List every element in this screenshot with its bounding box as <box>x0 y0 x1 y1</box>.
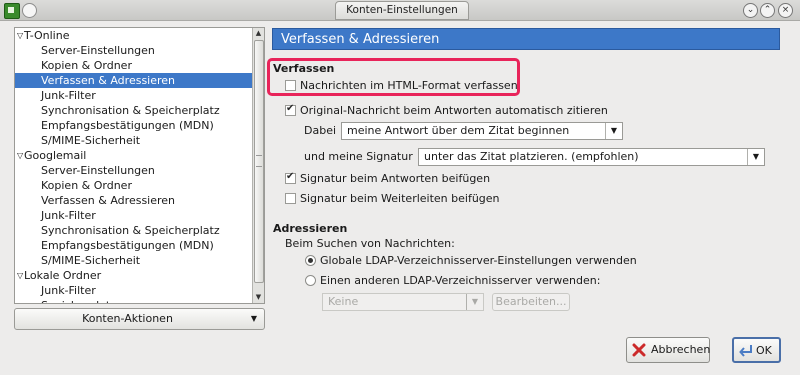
account-tree: ▽T-Online Server-Einstellungen Kopien & Or… <box>14 27 265 304</box>
tree-item[interactable]: S/MIME-Sicherheit <box>15 133 253 148</box>
tree-item[interactable]: Kopien & Ordner <box>15 178 253 193</box>
tree-account-node[interactable]: ▽Googlemail <box>15 148 253 163</box>
tree-item[interactable]: Junk-Filter <box>15 283 253 298</box>
scroll-down-icon[interactable]: ▼ <box>253 292 264 303</box>
chevron-down-icon: ▼ <box>747 149 764 165</box>
tree-item-label: Verfassen & Adressieren <box>41 74 176 87</box>
ok-enter-icon <box>739 345 752 357</box>
cancel-label: Abbrechen <box>651 343 711 356</box>
sig-reply-checkbox[interactable] <box>285 171 296 184</box>
account-settings-window: Konten-Einstellungen ⌄ ⌃ × ▽T-Online Serv… <box>0 0 800 375</box>
tree-item-label: Junk-Filter <box>41 89 96 102</box>
tree-item-label: Junk-Filter <box>41 209 96 222</box>
other-ldap-option[interactable]: Einen anderen LDAP-Verzeichnisserver ver… <box>305 274 600 287</box>
tree-item[interactable]: Speicherplatz <box>15 298 253 303</box>
chevron-down-icon: ▼ <box>250 314 257 323</box>
ok-label: OK <box>756 344 772 357</box>
signature-placement-value: unter das Zitat platzieren. (empfohlen) <box>424 150 639 163</box>
expand-triangle-icon[interactable]: ▽ <box>17 28 24 43</box>
reply-position-dropdown[interactable]: meine Antwort über dem Zitat beginnen ▼ <box>341 122 623 140</box>
highlight-annotation <box>267 58 520 96</box>
tree-scrollbar[interactable]: ▲ ▼ <box>252 28 264 303</box>
sig-reply-option[interactable]: Signatur beim Antworten beifügen <box>285 171 491 185</box>
tree-item-label: Server-Einstellungen <box>41 164 155 177</box>
account-actions-button[interactable]: Konten-Aktionen ▼ <box>14 308 265 330</box>
edit-ldap-button: Bearbeiten... <box>492 293 570 311</box>
account-tree-list: ▽T-Online Server-Einstellungen Kopien & Or… <box>15 28 253 303</box>
tree-item[interactable]: Empfangsbestätigungen (MDN) <box>15 118 253 133</box>
close-icon[interactable]: × <box>778 3 793 18</box>
maximize-icon[interactable]: ⌃ <box>760 3 775 18</box>
tree-item[interactable]: Verfassen & Adressieren <box>15 73 253 88</box>
then-label: Dabei <box>304 124 337 137</box>
tree-item[interactable]: Empfangsbestätigungen (MDN) <box>15 238 253 253</box>
tree-item-label: T-Online <box>24 29 70 42</box>
signature-placement-label: und meine Signatur <box>304 150 413 163</box>
tree-item-label: Googlemail <box>24 149 87 162</box>
global-ldap-radio[interactable] <box>305 255 316 266</box>
sig-forward-checkbox[interactable] <box>285 193 296 204</box>
tree-item[interactable]: Junk-Filter <box>15 88 253 103</box>
tree-item-label: Speicherplatz <box>41 299 116 303</box>
tree-item-label: Verfassen & Adressieren <box>41 194 176 207</box>
tree-item-label: Server-Einstellungen <box>41 44 155 57</box>
ok-button[interactable]: OK <box>732 337 781 363</box>
tree-item[interactable]: Synchronisation & Speicherplatz <box>15 223 253 238</box>
tree-account-node[interactable]: ▽Lokale Ordner <box>15 268 253 283</box>
window-menu-icon[interactable] <box>22 3 37 18</box>
signature-placement-dropdown[interactable]: unter das Zitat platzieren. (empfohlen) … <box>418 148 765 166</box>
grip-icon <box>256 155 262 167</box>
title-bar: Konten-Einstellungen ⌄ ⌃ × <box>0 0 800 21</box>
expand-triangle-icon[interactable]: ▽ <box>17 268 24 283</box>
ldap-server-value: Keine <box>328 295 359 308</box>
chevron-down-icon: ▼ <box>466 294 483 310</box>
tree-item[interactable]: Server-Einstellungen <box>15 43 253 58</box>
ldap-server-dropdown: Keine ▼ <box>322 293 484 311</box>
app-icon <box>4 3 20 19</box>
tree-item[interactable]: Verfassen & Adressieren <box>15 193 253 208</box>
other-ldap-radio[interactable] <box>305 275 316 286</box>
window-title: Konten-Einstellungen <box>335 1 469 20</box>
quote-option[interactable]: Original-Nachricht beim Antworten automa… <box>285 103 608 117</box>
sig-reply-label: Signatur beim Antworten beifügen <box>300 172 491 185</box>
scroll-thumb[interactable] <box>254 40 264 283</box>
tree-item-label: Lokale Ordner <box>24 269 102 282</box>
tree-item[interactable]: Synchronisation & Speicherplatz <box>15 103 253 118</box>
scroll-up-icon[interactable]: ▲ <box>253 28 264 39</box>
tree-item[interactable]: S/MIME-Sicherheit <box>15 253 253 268</box>
tree-item[interactable]: Kopien & Ordner <box>15 58 253 73</box>
quote-checkbox[interactable] <box>285 103 296 116</box>
tree-item-label: Junk-Filter <box>41 284 96 297</box>
search-label: Beim Suchen von Nachrichten: <box>285 237 455 250</box>
quote-label: Original-Nachricht beim Antworten automa… <box>300 104 608 117</box>
cancel-icon <box>632 343 646 357</box>
panel-header: Verfassen & Adressieren <box>272 28 780 50</box>
tree-account-node[interactable]: ▽T-Online <box>15 28 253 43</box>
addressing-section-title: Adressieren <box>273 222 348 235</box>
cancel-button[interactable]: Abbrechen <box>626 337 710 363</box>
sig-forward-label: Signatur beim Weiterleiten beifügen <box>300 192 500 205</box>
chevron-down-icon: ▼ <box>605 123 622 139</box>
tree-item-label: Empfangsbestätigungen (MDN) <box>41 119 214 132</box>
tree-item-label: S/MIME-Sicherheit <box>41 254 141 267</box>
minimize-icon[interactable]: ⌄ <box>743 3 758 18</box>
account-actions-label: Konten-Aktionen <box>82 312 173 325</box>
tree-item-label: Empfangsbestätigungen (MDN) <box>41 239 214 252</box>
tree-item-label: Kopien & Ordner <box>41 59 132 72</box>
global-ldap-option[interactable]: Globale LDAP-Verzeichnisserver-Einstellu… <box>305 254 637 267</box>
tree-item[interactable]: Junk-Filter <box>15 208 253 223</box>
global-ldap-label: Globale LDAP-Verzeichnisserver-Einstellu… <box>320 254 637 267</box>
sig-forward-option[interactable]: Signatur beim Weiterleiten beifügen <box>285 192 500 205</box>
other-ldap-label: Einen anderen LDAP-Verzeichnisserver ver… <box>320 274 601 287</box>
tree-item-label: Synchronisation & Speicherplatz <box>41 104 220 117</box>
tree-item-label: S/MIME-Sicherheit <box>41 134 141 147</box>
reply-position-value: meine Antwort über dem Zitat beginnen <box>347 124 570 137</box>
tree-item[interactable]: Server-Einstellungen <box>15 163 253 178</box>
expand-triangle-icon[interactable]: ▽ <box>17 148 24 163</box>
tree-item-label: Kopien & Ordner <box>41 179 132 192</box>
tree-item-label: Synchronisation & Speicherplatz <box>41 224 220 237</box>
